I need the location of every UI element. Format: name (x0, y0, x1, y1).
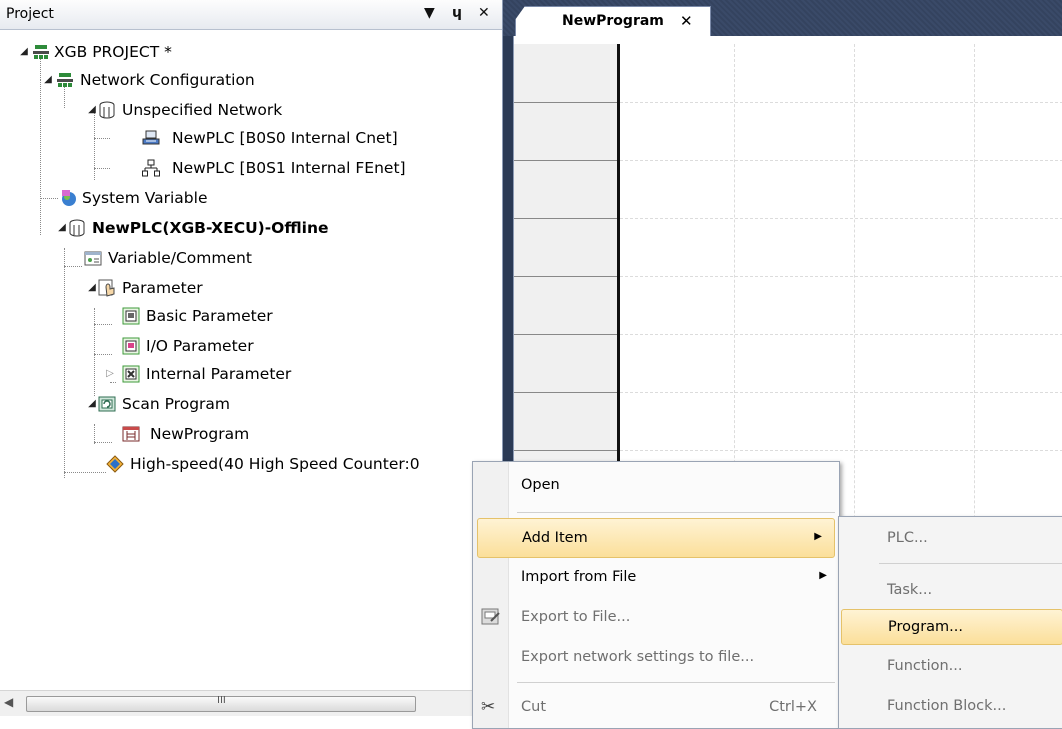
horizontal-scrollbar[interactable]: ◀ III (0, 690, 503, 716)
menu-item-import-from-file[interactable]: Import from File ▶ (473, 558, 839, 598)
tab-close-icon[interactable]: ✕ (680, 12, 693, 30)
context-menu: Open Add Item ▶ Import from File ▶ Expor… (472, 461, 840, 729)
tree-item-root[interactable]: ◢ XGB PROJECT * (0, 38, 500, 66)
tree-item-label: Unspecified Network (122, 101, 283, 119)
close-panel-icon[interactable]: ✕ (478, 5, 490, 21)
tree-item-label: Internal Parameter (146, 365, 292, 383)
submenu-item-function[interactable]: Function... (841, 649, 1062, 685)
network-project-icon (33, 45, 49, 59)
menu-item-export-network-settings[interactable]: Export network settings to file... (473, 638, 839, 678)
cut-shortcut: Ctrl+X (769, 699, 817, 715)
basic-parameter-icon (122, 307, 140, 325)
pin-icon[interactable]: ɥ (452, 5, 462, 21)
tree-item-label: NewPLC [B0S1 Internal FEnet] (172, 159, 406, 177)
tree-item-network-configuration[interactable]: ◢ Network Configuration (0, 66, 500, 94)
io-parameter-icon (122, 337, 140, 355)
document-tab-strip: NewProgram ✕ (503, 0, 1062, 36)
tree-item-io-parameter[interactable]: I/O Parameter (0, 332, 500, 360)
ethernet-network-icon (142, 159, 160, 177)
add-item-submenu: PLC... Task... Program... Function... Fu… (838, 516, 1062, 729)
menu-item-add-item[interactable]: Add Item ▶ (477, 518, 835, 558)
expand-triangle-icon[interactable]: ◢ (86, 390, 98, 418)
tree-item-basic-parameter[interactable]: Basic Parameter (0, 302, 500, 330)
scrollbar-thumb[interactable]: III (26, 695, 416, 712)
internal-parameter-icon (122, 365, 140, 383)
parameter-hand-icon (98, 279, 115, 297)
tree-item-high-speed-counter[interactable]: High-speed(40 High Speed Counter:0 (0, 450, 500, 478)
project-panel: Project ▼ ɥ ✕ ◢ XGB PROJECT * ◢ Network … (0, 0, 503, 729)
tree-item-label: NewProgram (150, 425, 250, 443)
expand-triangle-icon[interactable]: ◢ (86, 96, 98, 124)
expand-triangle-icon[interactable]: ◢ (42, 66, 54, 94)
scan-program-icon (98, 396, 116, 412)
tree-item-label: Scan Program (122, 395, 231, 413)
export-icon (481, 608, 500, 625)
project-panel-header: Project ▼ ɥ ✕ (0, 0, 502, 30)
network-config-icon (57, 73, 73, 87)
tree-item-label: Parameter (122, 279, 203, 297)
project-panel-title: Project (6, 6, 54, 22)
tree-item-label: Network Configuration (80, 71, 255, 89)
tree-item-internal-parameter[interactable]: ▷ Internal Parameter (0, 360, 500, 388)
tree-item-label: High-speed(40 High Speed Counter:0 (130, 455, 420, 473)
plc-cylinder-icon (69, 219, 85, 237)
submenu-item-function-block[interactable]: Function Block... (841, 689, 1062, 725)
tree-item-label: Variable/Comment (108, 249, 252, 267)
scroll-left-arrow-icon[interactable]: ◀ (4, 695, 13, 709)
menu-item-cut[interactable]: ✂ Cut Ctrl+X (473, 688, 839, 728)
system-variable-icon (62, 190, 76, 206)
tree-item-label: NewPLC(XGB-XECU)-Offline (92, 219, 329, 237)
tree-item-label: XGB PROJECT * (54, 43, 172, 61)
scrollbar-grip: III (217, 695, 226, 706)
tree-item-unspecified-network[interactable]: ◢ Unspecified Network (0, 96, 500, 124)
submenu-item-task[interactable]: Task... (841, 573, 1062, 609)
tree-item-system-variable[interactable]: System Variable (0, 184, 500, 212)
panel-dropdown-icon[interactable]: ▼ (424, 5, 435, 21)
high-speed-counter-icon (106, 455, 124, 473)
expand-triangle-icon[interactable]: ◢ (18, 38, 30, 66)
tree-item-label: NewPLC [B0S0 Internal Cnet] (172, 129, 398, 147)
network-cylinder-icon (99, 101, 115, 119)
tree-item-label: I/O Parameter (146, 337, 254, 355)
variable-comment-icon (84, 251, 102, 266)
tree-item-label: Basic Parameter (146, 307, 273, 325)
submenu-arrow-icon: ▶ (819, 570, 827, 581)
tab-newprogram[interactable]: NewProgram ✕ (515, 6, 711, 36)
expand-triangle-icon[interactable]: ◢ (86, 274, 98, 302)
collapsed-triangle-icon[interactable]: ▷ (104, 360, 116, 388)
submenu-item-program[interactable]: Program... (841, 609, 1062, 645)
tab-label: NewProgram (562, 13, 664, 29)
tree-item-plc-fenet[interactable]: NewPLC [B0S1 Internal FEnet] (0, 154, 500, 182)
serial-network-icon (142, 130, 160, 145)
tree-item-parameter[interactable]: ◢ Parameter (0, 274, 500, 302)
submenu-arrow-icon: ▶ (814, 531, 822, 542)
tree-item-plc-cnet[interactable]: NewPLC [B0S0 Internal Cnet] (0, 124, 500, 152)
submenu-item-plc[interactable]: PLC... (841, 521, 1062, 557)
tree-item-scan-program[interactable]: ◢ Scan Program (0, 390, 500, 418)
project-tree: ◢ XGB PROJECT * ◢ Network Configuration … (0, 38, 503, 678)
tree-item-variable-comment[interactable]: Variable/Comment (0, 244, 500, 272)
menu-item-open[interactable]: Open (473, 466, 839, 506)
tree-item-plc-offline[interactable]: ◢ NewPLC(XGB-XECU)-Offline (0, 214, 500, 242)
menu-item-export-to-file[interactable]: Export to File... (473, 598, 839, 638)
tree-item-label: System Variable (82, 189, 208, 207)
ladder-program-icon (122, 426, 140, 442)
expand-triangle-icon[interactable]: ◢ (56, 214, 68, 242)
cut-icon: ✂ (481, 697, 496, 717)
tree-item-new-program[interactable]: NewProgram (0, 420, 500, 448)
